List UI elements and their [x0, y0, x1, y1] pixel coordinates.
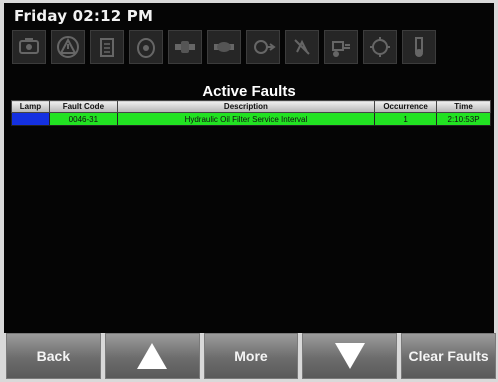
column-header-time[interactable]: Time	[436, 100, 491, 113]
scroll-down-button[interactable]	[302, 333, 398, 379]
up-arrow-icon	[137, 343, 168, 369]
fault-code-cell: 0046-31	[48, 112, 118, 126]
clear-faults-button[interactable]: Clear Faults	[401, 333, 496, 379]
tractor-icon[interactable]	[324, 30, 358, 64]
faults-table: Lamp Fault Code Description Occurrence T…	[11, 100, 491, 126]
more-button[interactable]: More	[203, 333, 299, 379]
fuel-filter-icon[interactable]	[90, 30, 124, 64]
table-header-row: Lamp Fault Code Description Occurrence T…	[11, 100, 491, 113]
warning-triangle-icon[interactable]	[51, 30, 85, 64]
lamp-indicator	[11, 112, 50, 126]
clock-label: Friday 02:12 PM	[14, 7, 154, 25]
oil-drop-icon[interactable]	[129, 30, 163, 64]
description-cell: Hydraulic Oil Filter Service Interval	[116, 112, 376, 126]
back-button[interactable]: Back	[6, 333, 101, 379]
column-header-fault-code[interactable]: Fault Code	[48, 100, 118, 113]
status-bar: Friday 02:12 PM	[4, 3, 494, 25]
column-header-description[interactable]: Description	[116, 100, 376, 113]
engine-warning-icon[interactable]	[12, 30, 46, 64]
display-screen: Friday 02:12 PM Active Faults Lamp Fault…	[4, 3, 494, 333]
down-arrow-icon	[334, 343, 365, 369]
coolant-icon[interactable]	[402, 30, 436, 64]
column-header-occurrence[interactable]: Occurrence	[374, 100, 438, 113]
indicator-icon-strip	[12, 30, 492, 66]
gear-tooth-icon[interactable]	[363, 30, 397, 64]
no-spray-icon[interactable]	[285, 30, 319, 64]
hydraulic-icon[interactable]	[246, 30, 280, 64]
pipe-connector-icon[interactable]	[168, 30, 202, 64]
pipe-connector-icon[interactable]	[207, 30, 241, 64]
table-row[interactable]: 0046-31 Hydraulic Oil Filter Service Int…	[11, 112, 491, 126]
scroll-up-button[interactable]	[104, 333, 200, 379]
time-cell: 2:10:53P	[436, 112, 491, 126]
occurrence-cell: 1	[374, 112, 438, 126]
panel-title: Active Faults	[202, 83, 296, 100]
softkey-bar: Back More Clear Faults	[6, 333, 496, 379]
column-header-lamp[interactable]: Lamp	[11, 100, 50, 113]
